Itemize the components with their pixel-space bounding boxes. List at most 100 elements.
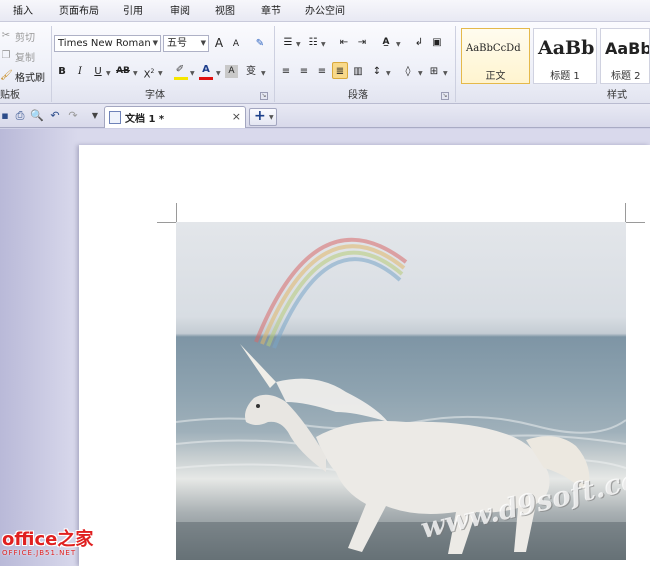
scissors-icon: ✂ <box>1 30 11 41</box>
plus-icon: + <box>254 108 266 124</box>
chevron-down-icon[interactable]: ▼ <box>158 70 163 77</box>
bullets-icon[interactable]: ☰ <box>280 34 296 51</box>
site-logo: office之家 OFFICE.JB51.NET <box>2 525 93 557</box>
menu-tab-view[interactable]: 视图 <box>215 4 235 20</box>
style-name: 标题 1 <box>550 71 580 82</box>
style-name: 标题 2 <box>611 71 641 82</box>
group-separator <box>455 26 456 102</box>
font-color-bar <box>199 77 213 80</box>
chinese-layout-icon[interactable]: A̲ <box>378 34 394 51</box>
numbering-icon[interactable]: ☷ <box>305 34 321 51</box>
strikethrough-button[interactable]: AB <box>114 63 132 80</box>
logo-main-text: office之家 <box>2 529 94 550</box>
style-heading-1[interactable]: AaBb( 标题 1 <box>533 28 597 84</box>
chevron-down-icon[interactable]: ▼ <box>106 70 111 77</box>
copy-button[interactable]: ❐ 复制 <box>0 48 35 64</box>
chevron-down-icon[interactable]: ▼ <box>386 70 391 77</box>
cut-label: 剪切 <box>15 32 35 44</box>
document-icon <box>109 111 121 124</box>
font-group-label: 字体 <box>145 90 165 101</box>
align-center-icon[interactable]: ≡ <box>296 63 312 80</box>
style-heading-2[interactable]: AaBb 标题 2 <box>600 28 650 84</box>
menu-tab-review[interactable]: 审阅 <box>170 4 190 20</box>
chevron-down-icon[interactable]: ▼ <box>321 41 326 48</box>
document-tab[interactable]: 文档 1 * × <box>104 106 246 128</box>
menu-tab-references[interactable]: 引用 <box>123 4 143 20</box>
crop-mark <box>625 203 626 223</box>
menu-tab-page-layout[interactable]: 页面布局 <box>59 4 99 20</box>
chevron-down-icon[interactable]: ▼ <box>418 70 423 77</box>
chevron-down-icon[interactable]: ▼ <box>216 70 221 77</box>
paragraph-group-label: 段落 <box>348 90 368 101</box>
document-page[interactable]: www.d9soft.com <box>79 145 650 566</box>
align-left-icon[interactable]: ≡ <box>278 63 294 80</box>
crop-mark <box>157 222 177 223</box>
highlight-color-bar <box>174 77 188 80</box>
chevron-down-icon[interactable]: ▼ <box>296 41 301 48</box>
font-color-button[interactable]: A <box>198 61 214 78</box>
font-size-value: 五号 <box>167 38 187 49</box>
phonetic-guide-button[interactable]: 变 <box>243 63 259 80</box>
grow-font-button[interactable]: A <box>211 35 227 52</box>
character-shading-button[interactable]: A <box>225 65 238 78</box>
superscript-label: X <box>143 69 151 81</box>
font-size-combo[interactable]: 五号 ▼ <box>163 35 209 52</box>
chevron-down-icon[interactable]: ▼ <box>269 114 274 121</box>
highlighter-icon[interactable]: ✐ <box>172 61 188 78</box>
print-preview-icon[interactable]: 🔍 <box>30 109 44 123</box>
font-dialog-launcher-icon[interactable]: ↘ <box>260 92 268 100</box>
line-spacing-icon[interactable]: ↕ <box>369 63 385 80</box>
clipboard-group-label: 贴板 <box>0 90 20 101</box>
chevron-down-icon[interactable]: ▼ <box>396 41 401 48</box>
bold-button[interactable]: B <box>54 63 70 80</box>
text-box-icon[interactable]: ▣ <box>429 34 445 51</box>
customize-toolbar-icon[interactable]: ▼ <box>88 109 102 123</box>
chevron-down-icon[interactable]: ▼ <box>190 70 195 77</box>
menu-tab-insert[interactable]: 插入 <box>13 4 33 20</box>
style-sample: AaBbCcDd <box>466 43 521 54</box>
paintbrush-icon: 🖌 <box>0 70 13 81</box>
redo-icon[interactable]: ↷ <box>66 109 80 123</box>
save-icon[interactable]: ▪ <box>0 109 12 123</box>
style-sample: AaBb( <box>538 37 597 59</box>
crop-mark <box>176 203 177 223</box>
underline-button[interactable]: U <box>90 63 106 80</box>
menu-bar: 插入 页面布局 引用 审阅 视图 章节 办公空间 <box>0 0 650 22</box>
menu-tab-office-space[interactable]: 办公空间 <box>305 4 345 20</box>
paragraph-dialog-launcher-icon[interactable]: ↘ <box>441 92 449 100</box>
chevron-down-icon: ▼ <box>200 39 206 47</box>
justify-icon[interactable]: ≣ <box>332 62 348 79</box>
increase-indent-icon[interactable]: ⇥ <box>354 34 370 51</box>
new-document-button[interactable]: + ▼ <box>249 108 277 126</box>
cut-button[interactable]: ✂ 剪切 <box>0 28 35 44</box>
print-icon[interactable]: ⎙ <box>13 109 27 123</box>
menu-tab-section[interactable]: 章节 <box>261 4 281 20</box>
style-normal[interactable]: AaBbCcDd 正文 <box>461 28 530 84</box>
chevron-down-icon[interactable]: ▼ <box>443 70 448 77</box>
font-name-combo[interactable]: Times New Roman ▼ <box>54 35 161 52</box>
shrink-font-button[interactable]: A <box>228 36 244 53</box>
chevron-down-icon[interactable]: ▼ <box>261 70 266 77</box>
format-painter-button[interactable]: 🖌 格式刷 <box>0 68 45 84</box>
document-tab-title: 文档 1 * <box>125 114 165 125</box>
decrease-indent-icon[interactable]: ⇤ <box>336 34 352 51</box>
clear-format-icon[interactable]: ✎ <box>252 35 268 52</box>
italic-button[interactable]: I <box>72 63 88 80</box>
chevron-down-icon: ▼ <box>152 39 158 47</box>
copy-icon: ❐ <box>1 50 11 61</box>
unicorn-photo[interactable]: www.d9soft.com <box>176 222 626 560</box>
shading-icon[interactable]: ◊ <box>400 63 416 80</box>
close-icon[interactable]: × <box>232 110 241 123</box>
chevron-down-icon[interactable]: ▼ <box>133 70 138 77</box>
document-area[interactable]: www.d9soft.com <box>0 129 650 566</box>
distributed-align-icon[interactable]: ▥ <box>350 63 366 80</box>
align-right-icon[interactable]: ≡ <box>314 63 330 80</box>
group-separator <box>51 26 52 102</box>
undo-icon[interactable]: ↶ <box>48 109 62 123</box>
group-separator <box>274 26 275 102</box>
borders-icon[interactable]: ⊞ <box>426 63 442 80</box>
ribbon: ✂ 剪切 ❐ 复制 🖌 格式刷 贴板 Times New Roman ▼ 五号 … <box>0 22 650 104</box>
superscript-button[interactable]: X2 <box>141 63 157 80</box>
show-hide-marks-icon[interactable]: ↲ <box>411 34 427 51</box>
style-name: 正文 <box>485 71 506 82</box>
